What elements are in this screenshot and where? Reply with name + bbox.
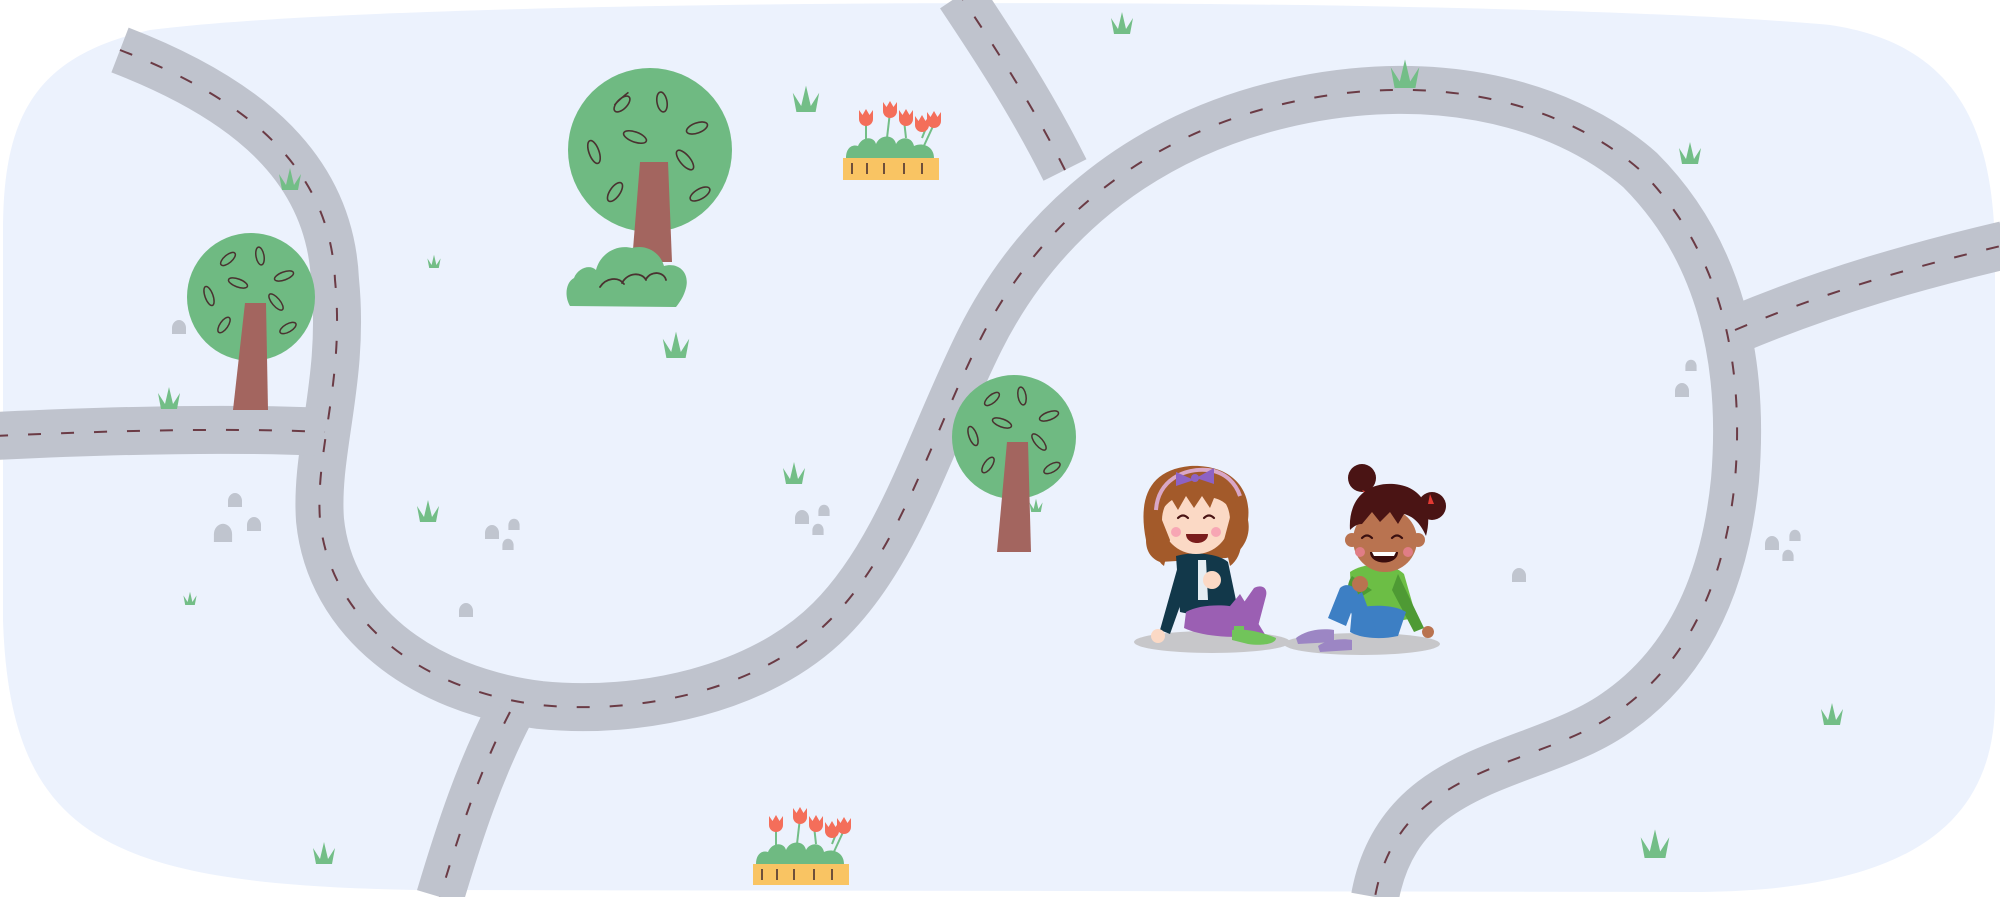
flower-planter-icon: [753, 864, 849, 885]
flower-planter-icon: [843, 158, 939, 180]
road-map-scene: [0, 0, 2000, 897]
